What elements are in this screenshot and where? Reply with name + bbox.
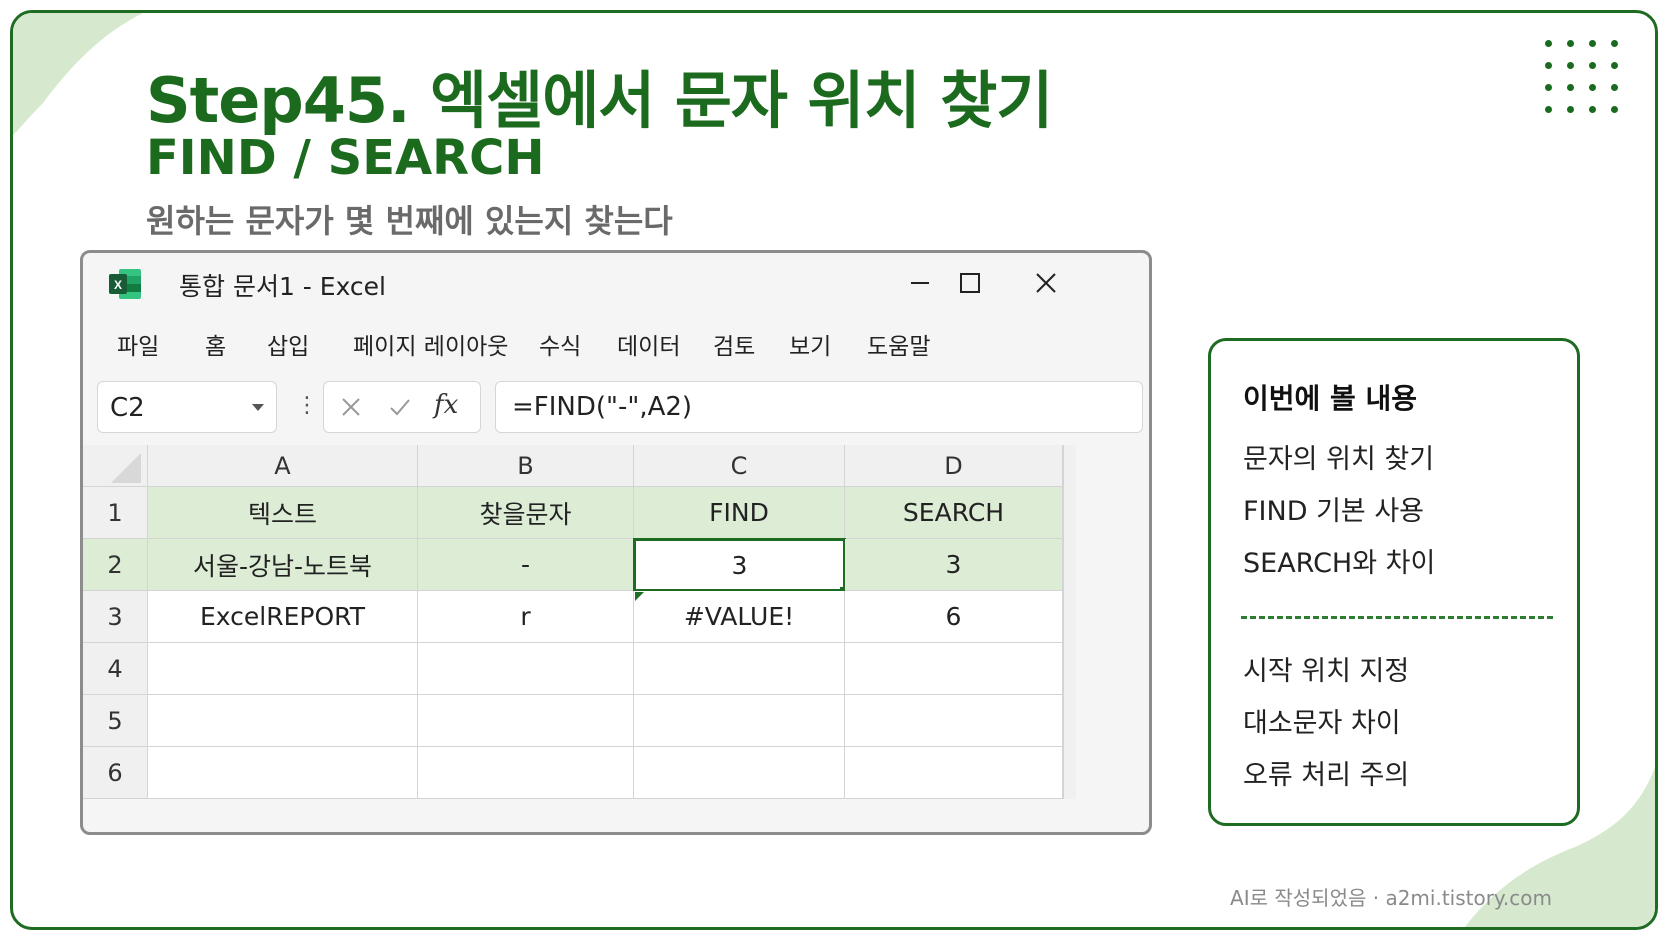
column-header-d[interactable]: D [845, 445, 1063, 487]
formula-actions: fx [323, 381, 481, 433]
cell-d4[interactable] [845, 643, 1063, 695]
cell-a3[interactable]: ExcelREPORT [148, 591, 418, 643]
cell-b2[interactable]: - [418, 539, 634, 591]
menu-formulas[interactable]: 수식 [539, 327, 581, 361]
cell-a1[interactable]: 텍스트 [148, 487, 418, 539]
spreadsheet-grid: A B C D 1 2 3 4 5 6 텍스트 찾을문자 FIND SEARCH… [83, 445, 1149, 832]
minimize-icon [911, 282, 929, 284]
cell-c5[interactable] [634, 695, 845, 747]
menu-review[interactable]: 검토 [713, 327, 755, 361]
chevron-down-icon[interactable] [252, 404, 264, 411]
cell-d1[interactable]: SEARCH [845, 487, 1063, 539]
cell-a2[interactable]: 서울-강남-노트북 [148, 539, 418, 591]
column-header-a[interactable]: A [148, 445, 418, 487]
panel-item: 문자의 위치 찾기 [1243, 444, 1435, 475]
cell-b6[interactable] [418, 747, 634, 799]
footer-credit: AI로 작성되었음 · a2mi.tistory.com [1230, 886, 1552, 910]
panel-item: SEARCH와 차이 [1243, 548, 1436, 579]
menu-help[interactable]: 도움말 [867, 327, 930, 361]
panel-title: 이번에 볼 내용 [1243, 382, 1418, 415]
decor-leaf-top-left [13, 13, 143, 135]
name-box[interactable]: C2 [97, 381, 277, 433]
cell-d2[interactable]: 3 [845, 539, 1063, 591]
topics-panel: 이번에 볼 내용 문자의 위치 찾기 FIND 기본 사용 SEARCH와 차이… [1208, 338, 1580, 826]
menu-home[interactable]: 홈 [205, 327, 226, 361]
cell-b4[interactable] [418, 643, 634, 695]
close-icon [1036, 273, 1056, 293]
cell-a6[interactable] [148, 747, 418, 799]
cell-a4[interactable] [148, 643, 418, 695]
column-header-b[interactable]: B [418, 445, 634, 487]
cell-b3[interactable]: r [418, 591, 634, 643]
ribbon-menu: 파일 홈 삽입 페이지 레이아웃 수식 데이터 검토 보기 도움말 [83, 313, 1149, 369]
more-options-icon[interactable]: ⋮ [296, 393, 318, 418]
panel-item: 대소문자 차이 [1243, 708, 1401, 739]
row-header-2[interactable]: 2 [83, 539, 148, 591]
select-all-corner[interactable] [83, 445, 148, 487]
svg-text:X: X [114, 278, 122, 292]
vertical-scrollbar[interactable] [1063, 445, 1076, 799]
page-subtitle: FIND / SEARCH [146, 130, 545, 186]
excel-window: X 통합 문서1 - Excel 파일 홈 삽입 페이지 레이아웃 수식 데이터… [80, 250, 1152, 835]
menu-file[interactable]: 파일 [117, 327, 159, 361]
page-title: Step45. 엑셀에서 문자 위치 찾기 [146, 64, 1053, 137]
panel-divider [1241, 616, 1553, 619]
cell-c2-selected[interactable]: 3 [633, 538, 846, 592]
cell-d6[interactable] [845, 747, 1063, 799]
close-button[interactable] [1021, 263, 1071, 303]
decor-dot-grid [1545, 40, 1635, 120]
maximize-icon [960, 273, 980, 293]
cell-b1[interactable]: 찾을문자 [418, 487, 634, 539]
panel-item: FIND 기본 사용 [1243, 496, 1425, 527]
menu-insert[interactable]: 삽입 [267, 327, 309, 361]
formula-input[interactable]: =FIND("-",A2) [495, 381, 1143, 433]
name-box-value: C2 [110, 393, 145, 423]
error-indicator-icon[interactable] [635, 592, 645, 602]
window-titlebar: X 통합 문서1 - Excel [83, 253, 1149, 313]
formula-bar: C2 ⋮ fx =FIND("-",A2) [83, 369, 1149, 445]
cell-a5[interactable] [148, 695, 418, 747]
formula-value: =FIND("-",A2) [512, 392, 693, 422]
cell-d5[interactable] [845, 695, 1063, 747]
cell-c6[interactable] [634, 747, 845, 799]
fx-icon[interactable]: fx [434, 390, 458, 420]
confirm-icon[interactable] [388, 396, 412, 418]
page-description: 원하는 문자가 몇 번째에 있는지 찾는다 [146, 202, 673, 240]
row-header-4[interactable]: 4 [83, 643, 148, 695]
cell-c1[interactable]: FIND [634, 487, 845, 539]
cancel-icon[interactable] [340, 396, 362, 418]
cell-c4[interactable] [634, 643, 845, 695]
column-header-c[interactable]: C [634, 445, 845, 487]
menu-page-layout[interactable]: 페이지 레이아웃 [353, 327, 508, 361]
cell-d3[interactable]: 6 [845, 591, 1063, 643]
row-header-1[interactable]: 1 [83, 487, 148, 539]
minimize-button[interactable] [895, 263, 945, 303]
window-title: 통합 문서1 - Excel [179, 272, 386, 301]
menu-view[interactable]: 보기 [789, 327, 831, 361]
cell-b5[interactable] [418, 695, 634, 747]
panel-item: 시작 위치 지정 [1243, 656, 1410, 687]
cell-c3[interactable]: #VALUE! [634, 591, 845, 643]
excel-logo-icon: X [109, 269, 141, 299]
menu-data[interactable]: 데이터 [617, 327, 680, 361]
row-header-6[interactable]: 6 [83, 747, 148, 799]
row-header-3[interactable]: 3 [83, 591, 148, 643]
row-header-5[interactable]: 5 [83, 695, 148, 747]
panel-item: 오류 처리 주의 [1243, 760, 1410, 791]
maximize-button[interactable] [945, 263, 995, 303]
